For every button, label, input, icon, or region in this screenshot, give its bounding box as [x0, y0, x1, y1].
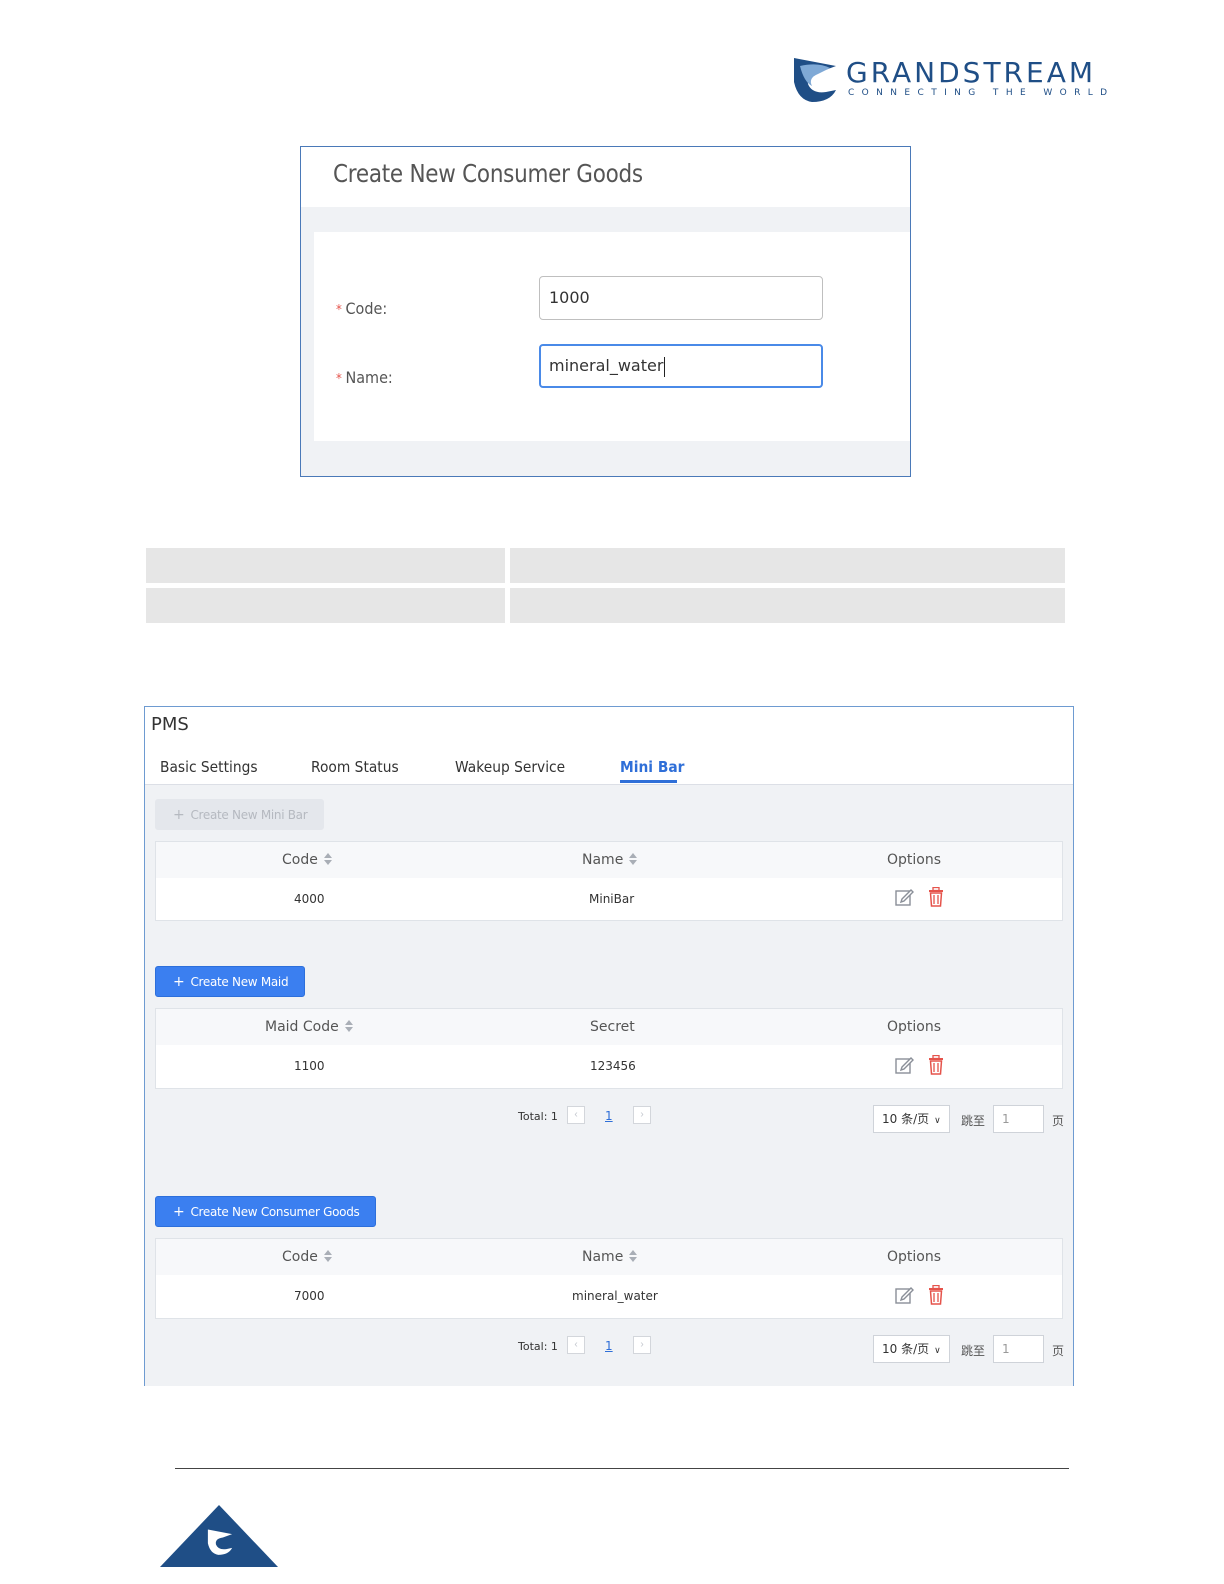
- cell-code: 4000: [294, 892, 325, 906]
- edit-icon[interactable]: [894, 1055, 914, 1075]
- dialog-title: Create New Consumer Goods: [333, 159, 643, 188]
- column-header-maid-code[interactable]: Maid Code: [265, 1009, 353, 1045]
- prev-page-button[interactable]: ‹: [567, 1336, 585, 1354]
- table-header: Maid Code Secret Options: [156, 1009, 1062, 1045]
- page-suffix: 页: [1052, 1344, 1065, 1358]
- column-header-code[interactable]: Code: [282, 842, 332, 878]
- plus-icon: +: [173, 1204, 185, 1220]
- cell-name: mineral_water: [572, 1289, 658, 1303]
- brand-name: GRANDSTREAM: [846, 56, 1097, 89]
- active-tab-indicator: [620, 780, 677, 783]
- grandstream-logo-icon: [794, 58, 836, 102]
- required-asterisk-icon: *: [336, 303, 342, 318]
- tab-mini-bar[interactable]: Mini Bar: [620, 758, 684, 776]
- pager-total: Total: 1: [518, 1340, 558, 1353]
- delete-icon[interactable]: [928, 1055, 944, 1075]
- edit-icon[interactable]: [894, 1285, 914, 1305]
- chevron-down-icon: ∨: [934, 1116, 941, 1126]
- sort-icon[interactable]: [323, 1249, 332, 1263]
- sort-icon[interactable]: [323, 852, 332, 866]
- page-title: PMS: [151, 714, 189, 735]
- sort-icon[interactable]: [629, 1249, 638, 1263]
- column-header-secret: Secret: [590, 1019, 635, 1035]
- page-size-select[interactable]: 10 条/页 ∨: [873, 1335, 950, 1363]
- cell-name: MiniBar: [589, 892, 635, 906]
- brand-tagline: CONNECTING THE WORLD: [848, 88, 1115, 98]
- tab-room-status[interactable]: Room Status: [311, 758, 399, 776]
- grandstream-logo-icon: [207, 1529, 233, 1555]
- delete-icon[interactable]: [928, 1285, 944, 1305]
- page-number[interactable]: 1: [605, 1109, 613, 1123]
- pager-total: Total: 1: [518, 1110, 558, 1123]
- page-number[interactable]: 1: [605, 1339, 613, 1353]
- table-cell: [510, 588, 1065, 623]
- create-mini-bar-button[interactable]: + Create New Mini Bar: [155, 799, 325, 830]
- page-suffix: 页: [1052, 1114, 1065, 1128]
- table-cell: [146, 548, 505, 583]
- required-asterisk-icon: *: [336, 372, 342, 387]
- table-header: Code Name Options: [156, 842, 1062, 878]
- text-cursor: [664, 356, 666, 377]
- column-header-options: Options: [887, 1249, 942, 1265]
- cell-code: 7000: [294, 1289, 325, 1303]
- column-header-name[interactable]: Name: [582, 842, 638, 878]
- create-consumer-goods-button[interactable]: + Create New Consumer Goods: [155, 1196, 377, 1227]
- sort-icon[interactable]: [344, 1019, 353, 1033]
- sort-icon[interactable]: [629, 852, 638, 866]
- table-cell: [510, 548, 1065, 583]
- dialog-header: Create New Consumer Goods: [301, 147, 910, 207]
- mini-bar-content: + Create New Mini Bar Code Name Options 4…: [145, 784, 1073, 1386]
- create-maid-button[interactable]: + Create New Maid: [155, 966, 306, 997]
- maid-table: Maid Code Secret Options 1100 123456: [155, 1008, 1063, 1089]
- column-header-options: Options: [887, 852, 942, 868]
- edit-icon[interactable]: [894, 887, 914, 907]
- table-header: Code Name Options: [156, 1239, 1062, 1275]
- chevron-down-icon: ∨: [934, 1346, 941, 1356]
- plus-icon: +: [173, 807, 185, 823]
- cell-maid-code: 1100: [294, 1059, 325, 1073]
- page-size-select[interactable]: 10 条/页 ∨: [873, 1105, 950, 1133]
- code-label: * Code:: [336, 299, 388, 318]
- tab-wakeup-service[interactable]: Wakeup Service: [455, 758, 565, 776]
- tab-basic-settings[interactable]: Basic Settings: [160, 758, 258, 776]
- name-label: * Name:: [336, 368, 393, 387]
- next-page-button[interactable]: ›: [633, 1106, 651, 1124]
- code-input[interactable]: 1000: [539, 276, 823, 320]
- delete-icon[interactable]: [928, 887, 944, 907]
- column-header-code[interactable]: Code: [282, 1239, 332, 1275]
- name-input[interactable]: mineral_water: [539, 344, 823, 388]
- plus-icon: +: [173, 974, 185, 990]
- prev-page-button[interactable]: ‹: [567, 1106, 585, 1124]
- table-cell: [146, 588, 505, 623]
- create-consumer-goods-dialog: Create New Consumer Goods * Code: 1000 * N…: [300, 146, 911, 477]
- jump-label: 跳至: [961, 1114, 986, 1128]
- column-header-options: Options: [887, 1019, 942, 1035]
- jump-page-input[interactable]: 1: [993, 1105, 1044, 1133]
- jump-page-input[interactable]: 1: [993, 1335, 1044, 1363]
- consumer-goods-table: Code Name Options 7000 mineral_water: [155, 1238, 1063, 1319]
- column-header-name[interactable]: Name: [582, 1239, 638, 1275]
- jump-label: 跳至: [961, 1344, 986, 1358]
- footer-divider: [175, 1468, 1069, 1469]
- pms-panel: PMS Basic Settings Room Status Wakeup Se…: [144, 706, 1074, 1386]
- cell-secret: 123456: [590, 1059, 636, 1073]
- next-page-button[interactable]: ›: [633, 1336, 651, 1354]
- dialog-form: * Code: 1000 * Name: mineral_water: [314, 232, 910, 441]
- mini-bar-table: Code Name Options 4000 MiniBar: [155, 841, 1063, 921]
